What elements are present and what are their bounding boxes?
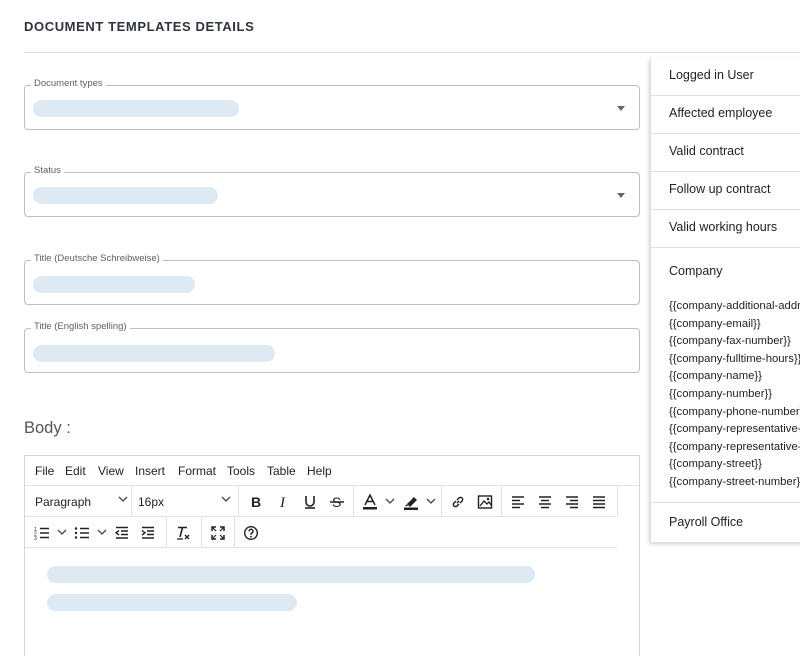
placeholder-token[interactable]: {{company-street-number}} — [669, 474, 800, 492]
numbered-list-icon[interactable]: 123 — [31, 522, 53, 544]
placeholder-token[interactable]: {{company-street}} — [669, 456, 800, 474]
placeholder-token[interactable]: {{company-representative- — [669, 439, 800, 457]
title-de-value-placeholder — [33, 276, 195, 293]
align-right-icon[interactable] — [561, 491, 583, 513]
strikethrough-icon[interactable]: S — [326, 491, 348, 513]
menu-file[interactable]: File — [35, 464, 54, 478]
title-de-label: Title (Deutsche Schreibweise) — [31, 253, 163, 264]
placeholder-token[interactable]: {{company-additional-address}} — [669, 298, 800, 316]
title-divider — [24, 52, 800, 53]
placeholder-token[interactable]: {{company-representative- — [669, 421, 800, 439]
highlight-icon[interactable] — [400, 491, 422, 513]
chevron-down-icon[interactable] — [385, 496, 395, 506]
panel-item-follow-up-contract[interactable]: Follow up contract — [651, 172, 800, 210]
fullscreen-icon[interactable] — [207, 522, 229, 544]
panel-item-label: Company — [669, 264, 723, 278]
panel-item-logged-in-user[interactable]: Logged in User — [651, 58, 800, 96]
content-line-placeholder — [47, 594, 297, 611]
panel-item-label: Follow up contract — [669, 182, 771, 196]
status-label: Status — [31, 165, 64, 176]
title-en-value-placeholder — [33, 345, 275, 362]
svg-text:3: 3 — [34, 536, 37, 541]
chevron-down-icon[interactable] — [57, 527, 67, 537]
placeholder-token[interactable]: {{company-fulltime-hours}} — [669, 351, 800, 369]
body-label: Body : — [24, 419, 71, 437]
panel-item-label: Valid working hours — [669, 220, 778, 234]
toolbar-separator — [353, 486, 354, 516]
panel-item-valid-contract[interactable]: Valid contract — [651, 134, 800, 172]
chevron-down-icon[interactable] — [617, 106, 625, 111]
panel-item-label: Affected employee — [669, 106, 773, 120]
status-value-placeholder — [33, 187, 218, 204]
placeholder-token[interactable]: {{company-fax-number}} — [669, 333, 800, 351]
toolbar-separator — [131, 486, 132, 516]
status-select[interactable]: Status — [24, 165, 640, 217]
title-en-input[interactable]: Title (English spelling) — [24, 321, 640, 373]
content-line-placeholder — [47, 566, 535, 583]
bold-icon[interactable]: B — [245, 491, 267, 513]
document-types-select[interactable]: Document types — [24, 78, 640, 130]
toolbar-separator — [201, 517, 202, 547]
menu-view[interactable]: View — [98, 464, 124, 478]
indent-icon[interactable] — [137, 522, 159, 544]
document-types-value-placeholder — [33, 100, 239, 117]
clear-format-icon[interactable] — [172, 522, 194, 544]
placeholder-token[interactable]: {{company-phone-number}} — [669, 404, 800, 422]
text-color-icon[interactable] — [359, 491, 381, 513]
toolbar-separator — [501, 486, 502, 516]
align-justify-icon[interactable] — [588, 491, 610, 513]
chevron-down-icon[interactable] — [97, 527, 107, 537]
svg-text:I: I — [279, 495, 286, 510]
block-format-select[interactable]: Paragraph — [35, 495, 91, 509]
font-size-select[interactable]: 16px — [138, 495, 164, 509]
panel-item-affected-employee[interactable]: Affected employee — [651, 96, 800, 134]
bullet-list-icon[interactable] — [71, 522, 93, 544]
italic-icon[interactable]: I — [272, 491, 294, 513]
panel-item-valid-working-hours[interactable]: Valid working hours — [651, 210, 800, 248]
editor-toolbar-row-2: 123 — [25, 517, 617, 548]
company-placeholder-list: {{company-additional-address}} {{company… — [669, 298, 800, 492]
toolbar-separator — [441, 486, 442, 516]
svg-text:B: B — [251, 494, 261, 510]
chevron-down-icon[interactable] — [118, 494, 128, 504]
panel-item-label: Valid contract — [669, 144, 744, 158]
panel-item-label: Logged in User — [669, 68, 754, 82]
rich-text-editor[interactable]: File Edit View Insert Format Tools Table… — [24, 455, 640, 656]
align-left-icon[interactable] — [507, 491, 529, 513]
toolbar-separator — [166, 517, 167, 547]
placeholder-panel: Logged in User Affected employee Valid c… — [650, 58, 800, 542]
placeholder-token[interactable]: {{company-email}} — [669, 316, 800, 334]
link-icon[interactable] — [447, 491, 469, 513]
chevron-down-icon[interactable] — [221, 494, 231, 504]
toolbar-separator — [234, 517, 235, 547]
underline-icon[interactable] — [299, 491, 321, 513]
image-icon[interactable] — [474, 491, 496, 513]
menu-table[interactable]: Table — [267, 464, 296, 478]
title-en-label: Title (English spelling) — [31, 321, 130, 332]
chevron-down-icon[interactable] — [617, 193, 625, 198]
menu-format[interactable]: Format — [178, 464, 216, 478]
panel-item-payroll-office[interactable]: Payroll Office — [651, 503, 800, 542]
toolbar-separator — [238, 486, 239, 516]
menu-tools[interactable]: Tools — [227, 464, 255, 478]
placeholder-token[interactable]: {{company-name}} — [669, 368, 800, 386]
menu-insert[interactable]: Insert — [135, 464, 165, 478]
outdent-icon[interactable] — [111, 522, 133, 544]
help-icon[interactable] — [240, 522, 262, 544]
editor-toolbar-row-1: Paragraph 16px B I S — [25, 486, 618, 517]
chevron-down-icon[interactable] — [426, 496, 436, 506]
menu-edit[interactable]: Edit — [65, 464, 86, 478]
placeholder-token[interactable]: {{company-number}} — [669, 386, 800, 404]
editor-menubar: File Edit View Insert Format Tools Table… — [25, 456, 639, 486]
title-de-input[interactable]: Title (Deutsche Schreibweise) — [24, 253, 640, 305]
menu-help[interactable]: Help — [307, 464, 332, 478]
page-title: DOCUMENT TEMPLATES DETAILS — [24, 19, 255, 34]
document-types-label: Document types — [31, 78, 106, 89]
align-center-icon[interactable] — [534, 491, 556, 513]
panel-item-label: Payroll Office — [669, 515, 744, 529]
